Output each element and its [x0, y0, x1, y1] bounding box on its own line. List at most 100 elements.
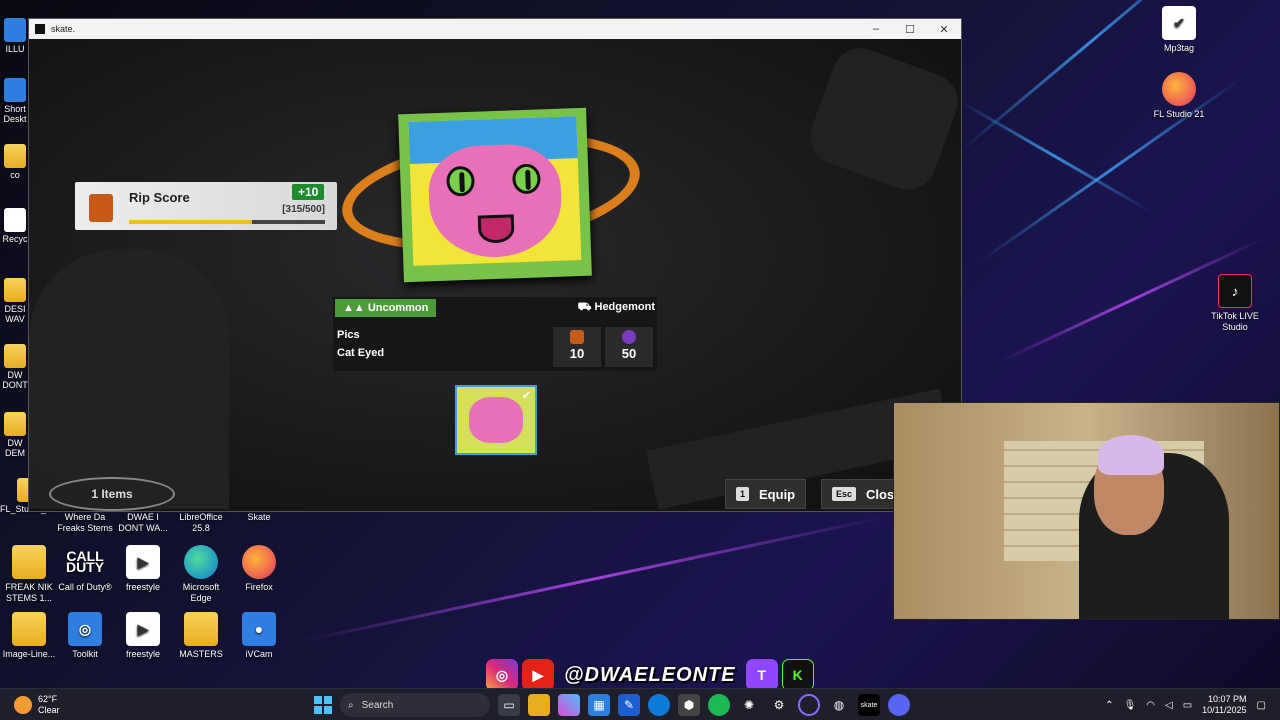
- rip-score-icon: [89, 194, 113, 222]
- stat-xp: 50: [605, 327, 653, 367]
- volume-icon[interactable]: ◁: [1165, 700, 1173, 711]
- sticker-thumbnail[interactable]: ✔: [455, 385, 537, 455]
- folder-icon: [12, 612, 46, 646]
- folder-icon: [4, 278, 26, 302]
- battery-icon[interactable]: ▭: [1183, 700, 1192, 711]
- social-overlay: ◎ ▶ @DWAELEONTE T K: [486, 658, 814, 692]
- weather-icon: [14, 695, 32, 714]
- spotify-icon[interactable]: [708, 694, 730, 716]
- item-category: Pics: [337, 329, 360, 341]
- desktop-icon[interactable]: co: [0, 144, 30, 180]
- ivcam-icon: ●: [242, 612, 276, 646]
- desktop-icon[interactable]: Firefox: [230, 545, 288, 593]
- desktop-icon[interactable]: Short Deskt: [0, 78, 30, 124]
- desktop-icon-label[interactable]: DWAE I DONT WA...: [114, 512, 172, 534]
- app-icon[interactable]: ⬢: [678, 694, 700, 716]
- fl-studio-icon: [1162, 72, 1196, 106]
- desktop-icon[interactable]: ▶ freestyle: [114, 612, 172, 660]
- notification-icon[interactable]: ▢: [1257, 700, 1266, 711]
- item-name: Cat Eyed: [337, 347, 385, 359]
- desktop-icon[interactable]: ILLU: [0, 18, 30, 54]
- items-count: 1 Items: [49, 477, 175, 511]
- desktop-icon[interactable]: DW DONT: [0, 344, 30, 390]
- wifi-icon[interactable]: ◠: [1146, 700, 1155, 711]
- rip-icon: [570, 330, 584, 344]
- app-icon[interactable]: ✎: [618, 694, 640, 716]
- window-titlebar[interactable]: skate. – ☐ ✕: [29, 19, 961, 39]
- search-icon: ⌕: [348, 699, 354, 711]
- firefox-icon: [242, 545, 276, 579]
- store-icon[interactable]: ▦: [588, 694, 610, 716]
- chevron-up-icon[interactable]: ⌃: [1105, 700, 1113, 711]
- desktop-icon[interactable]: CALL DUTY Call of Duty®: [56, 545, 114, 593]
- desktop-icon[interactable]: ♪ TikTok LIVE Studio: [1206, 274, 1264, 333]
- rarity-badge: ▲▲ Uncommon: [335, 299, 437, 317]
- desktop-icon[interactable]: FREAK NIK STEMS 1...: [0, 545, 58, 604]
- desktop-icon[interactable]: ◎ Toolkit: [56, 612, 114, 660]
- taskbar-search[interactable]: ⌕ Search: [340, 693, 490, 717]
- xp-icon: [622, 330, 636, 344]
- youtube-icon: ▶: [522, 659, 554, 691]
- app-icon[interactable]: [798, 694, 820, 716]
- item-info-panel: ▲▲ Uncommon ⛟ Hedgemont Pics Cat Eyed 10…: [333, 297, 657, 371]
- desktop-icon[interactable]: ✔ Mp3tag: [1150, 6, 1208, 54]
- rip-score-bonus: +10: [292, 184, 325, 200]
- folder-icon: [184, 612, 218, 646]
- desktop-icon[interactable]: ▶ freestyle: [114, 545, 172, 593]
- weather-widget[interactable]: 62°F Clear: [14, 694, 60, 716]
- location-label: ⛟ Hedgemont: [577, 301, 655, 313]
- copilot-icon[interactable]: [558, 694, 580, 716]
- check-icon: ✔: [521, 390, 531, 402]
- desktop-icon-label[interactable]: Where Da Freaks Stems: [56, 512, 114, 534]
- folder-icon: [4, 344, 26, 368]
- app-icon: [4, 18, 26, 42]
- start-button[interactable]: [314, 696, 332, 714]
- settings-icon[interactable]: ⚙: [768, 694, 790, 716]
- background-shape: [802, 40, 961, 198]
- close-icon[interactable]: ✕: [927, 23, 961, 36]
- instagram-icon: ◎: [486, 659, 518, 691]
- rip-score-progress: [129, 220, 325, 224]
- microphone-icon[interactable]: 🎙︎: [1124, 700, 1137, 711]
- desktop-icon[interactable]: Image-Line...: [0, 612, 58, 660]
- stat-rip: 10: [553, 327, 601, 367]
- desktop-icon[interactable]: DW DEM: [0, 412, 30, 458]
- desktop-icon[interactable]: Recyc: [0, 208, 30, 244]
- chatgpt-icon[interactable]: ✺: [738, 694, 760, 716]
- twitch-icon: T: [745, 659, 778, 691]
- desktop-icon-label[interactable]: LibreOffice 25.8: [172, 512, 230, 534]
- taskbar: 62°F Clear ⌕ Search ▭ ▦ ✎ ⬢ ✺ ⚙ ◍ skate ⌃…: [0, 688, 1280, 720]
- equip-button[interactable]: 1 Equip: [725, 479, 807, 509]
- skate-app-icon: [35, 24, 45, 34]
- recycle-bin-icon: [4, 208, 26, 232]
- maximize-icon[interactable]: ☐: [893, 23, 927, 36]
- clock[interactable]: 10:07 PM 10/11/2025: [1202, 694, 1246, 716]
- system-tray: ⌃ 🎙︎ ◠ ◁ ▭ 10:07 PM 10/11/2025 ▢: [1105, 689, 1266, 720]
- tiktok-icon: ♪: [1218, 274, 1252, 308]
- rip-score-label: Rip Score: [129, 190, 190, 205]
- task-view-icon[interactable]: ▭: [498, 694, 520, 716]
- media-file-icon: ▶: [126, 545, 160, 579]
- window-title: skate.: [51, 24, 76, 34]
- game-window: skate. – ☐ ✕ Rip Score [315/500] +10 ▲▲ …: [28, 18, 962, 512]
- media-file-icon: ▶: [126, 612, 160, 646]
- discord-icon[interactable]: [888, 694, 910, 716]
- desktop-icon[interactable]: DESI WAV: [0, 278, 30, 324]
- skate-taskbar-icon[interactable]: skate: [858, 694, 880, 716]
- toolkit-icon: ◎: [68, 612, 102, 646]
- shortcut-icon: [4, 78, 26, 102]
- rip-score-value: [315/500]: [282, 204, 325, 215]
- key-hint: 1: [736, 487, 750, 501]
- desktop-icon-label[interactable]: Skate: [230, 512, 288, 523]
- edge-icon[interactable]: [648, 694, 670, 716]
- desktop-icon[interactable]: ● iVCam: [230, 612, 288, 660]
- file-explorer-icon[interactable]: [528, 694, 550, 716]
- cat-eye-icon: [511, 163, 541, 195]
- app-icon[interactable]: ◍: [828, 694, 850, 716]
- minimize-icon[interactable]: –: [859, 23, 893, 36]
- desktop-icon[interactable]: FL Studio 21: [1150, 72, 1208, 120]
- game-viewport: Rip Score [315/500] +10 ▲▲ Uncommon ⛟ He…: [29, 39, 961, 511]
- kick-icon: K: [781, 659, 814, 691]
- desktop-icon[interactable]: Microsoft Edge: [172, 545, 230, 604]
- desktop-icon[interactable]: MASTERS: [172, 612, 230, 660]
